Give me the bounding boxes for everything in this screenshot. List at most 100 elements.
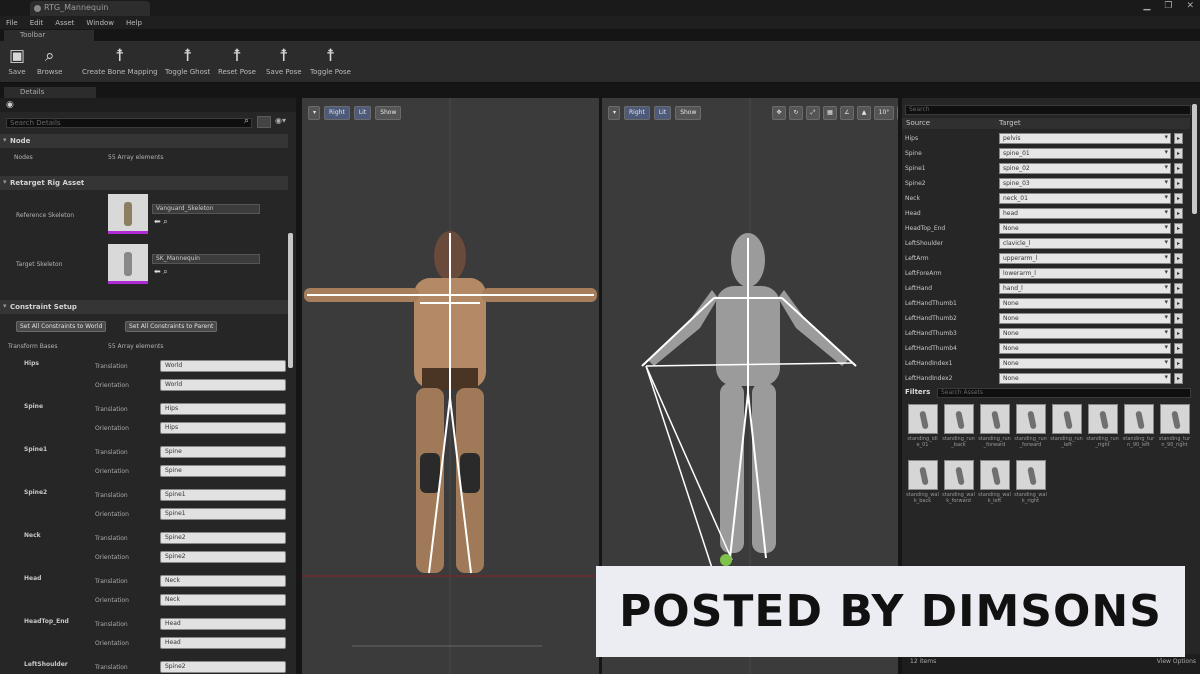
- target-bone-dropdown[interactable]: None: [999, 328, 1171, 339]
- translation-field[interactable]: Spine1: [160, 489, 286, 501]
- animation-asset[interactable]: standing_walk_right: [1014, 460, 1047, 504]
- view-options-button[interactable]: View Options: [1157, 658, 1196, 665]
- translation-field[interactable]: Spine2: [160, 661, 286, 673]
- details-scrollbar[interactable]: [288, 233, 293, 368]
- reset-arrow-icon[interactable]: ▸: [1174, 298, 1183, 309]
- lock-icon[interactable]: ◉: [6, 100, 14, 110]
- menu-edit[interactable]: Edit: [30, 19, 44, 27]
- target-bone-dropdown[interactable]: lowerarm_l: [999, 268, 1171, 279]
- animation-asset[interactable]: standing_turn_90_left: [1122, 404, 1155, 448]
- target-bone-dropdown[interactable]: None: [999, 358, 1171, 369]
- target-skeleton-thumbnail[interactable]: [108, 244, 148, 284]
- translation-field[interactable]: Neck: [160, 575, 286, 587]
- reset-arrow-icon[interactable]: ▸: [1174, 313, 1183, 324]
- target-bone-dropdown[interactable]: head: [999, 208, 1171, 219]
- animation-asset[interactable]: standing_run_forward: [1014, 404, 1047, 448]
- reset-arrow-icon[interactable]: ▸: [1174, 148, 1183, 159]
- animation-asset[interactable]: standing_walk_forward: [942, 460, 975, 504]
- orientation-field[interactable]: Spine1: [160, 508, 286, 520]
- filters-button[interactable]: Filters: [905, 388, 930, 396]
- set-constraints-parent-button[interactable]: Set All Constraints to Parent: [125, 321, 218, 332]
- translation-field[interactable]: Spine2: [160, 532, 286, 544]
- animation-asset[interactable]: standing_walk_left: [978, 460, 1011, 504]
- reset-arrow-icon[interactable]: ▸: [1174, 343, 1183, 354]
- eye-icon[interactable]: ◉▾: [275, 116, 286, 128]
- reset-arrow-icon[interactable]: ▸: [1174, 133, 1183, 144]
- reset-arrow-icon[interactable]: ▸: [1174, 208, 1183, 219]
- toggle-pose-button[interactable]: ☨ Toggle Pose: [310, 44, 351, 76]
- section-retarget-rig[interactable]: Retarget Rig Asset: [0, 176, 288, 190]
- translation-field[interactable]: Head: [160, 618, 286, 630]
- menu-window[interactable]: Window: [86, 19, 114, 27]
- create-bone-mapping-button[interactable]: ☨ Create Bone Mapping: [82, 44, 158, 76]
- target-bone-dropdown[interactable]: pelvis: [999, 133, 1171, 144]
- animation-asset[interactable]: standing_run_back: [942, 404, 975, 448]
- details-tab[interactable]: Details: [4, 87, 96, 98]
- reset-arrow-icon[interactable]: ▸: [1174, 163, 1183, 174]
- arrow-icon[interactable]: ⬅ ⌕: [154, 267, 168, 277]
- menu-asset[interactable]: Asset: [55, 19, 74, 27]
- animation-asset[interactable]: standing_turn_90_right: [1158, 404, 1191, 448]
- orientation-field[interactable]: World: [160, 379, 286, 391]
- orientation-field[interactable]: Hips: [160, 422, 286, 434]
- source-viewport[interactable]: ▾ Right Lit Show: [302, 98, 599, 674]
- animation-asset[interactable]: standing_walk_back: [906, 460, 939, 504]
- reset-arrow-icon[interactable]: ▸: [1174, 178, 1183, 189]
- target-bone-dropdown[interactable]: hand_l: [999, 283, 1171, 294]
- target-bone-dropdown[interactable]: None: [999, 373, 1171, 384]
- translation-field[interactable]: World: [160, 360, 286, 372]
- section-constraint-setup[interactable]: Constraint Setup: [0, 300, 288, 314]
- maximize-icon[interactable]: ❐: [1164, 1, 1172, 11]
- target-bone-dropdown[interactable]: neck_01: [999, 193, 1171, 204]
- target-bone-dropdown[interactable]: None: [999, 313, 1171, 324]
- reference-skeleton-dropdown[interactable]: Vanguard_Skeleton: [152, 204, 260, 214]
- menu-file[interactable]: File: [6, 19, 18, 27]
- reset-arrow-icon[interactable]: ▸: [1174, 223, 1183, 234]
- target-bone-dropdown[interactable]: None: [999, 343, 1171, 354]
- details-search-input[interactable]: Search Details ⌕: [6, 117, 252, 128]
- reset-arrow-icon[interactable]: ▸: [1174, 373, 1183, 384]
- reference-skeleton-thumbnail[interactable]: [108, 194, 148, 234]
- set-constraints-world-button[interactable]: Set All Constraints to World: [16, 321, 107, 332]
- target-bone-dropdown[interactable]: spine_02: [999, 163, 1171, 174]
- browse-button[interactable]: ⌕ Browse: [37, 44, 63, 76]
- toggle-ghost-button[interactable]: ☨ Toggle Ghost: [165, 44, 210, 76]
- save-button[interactable]: ▣ Save: [6, 44, 28, 76]
- target-bone-dropdown[interactable]: None: [999, 223, 1171, 234]
- animation-asset[interactable]: standing_idle_01: [906, 404, 939, 448]
- target-bone-dropdown[interactable]: upperarm_l: [999, 253, 1171, 264]
- section-node[interactable]: Node: [0, 134, 288, 148]
- translation-field[interactable]: Hips: [160, 403, 286, 415]
- minimize-icon[interactable]: ▁: [1143, 1, 1150, 11]
- mapping-search-input[interactable]: Search: [905, 105, 1191, 115]
- target-skeleton-dropdown[interactable]: SK_Mannequin: [152, 254, 260, 264]
- target-bone-dropdown[interactable]: spine_03: [999, 178, 1171, 189]
- close-icon[interactable]: ✕: [1186, 1, 1194, 11]
- mapping-scrollbar[interactable]: [1192, 104, 1197, 214]
- reset-arrow-icon[interactable]: ▸: [1174, 358, 1183, 369]
- translation-field[interactable]: Spine: [160, 446, 286, 458]
- animation-asset[interactable]: standing_run_right: [1086, 404, 1119, 448]
- document-tab[interactable]: RTG_Mannequin: [30, 1, 150, 16]
- animation-asset[interactable]: standing_run_forward: [978, 404, 1011, 448]
- reset-arrow-icon[interactable]: ▸: [1174, 268, 1183, 279]
- save-pose-button[interactable]: ☨ Save Pose: [266, 44, 302, 76]
- orientation-field[interactable]: Head: [160, 637, 286, 649]
- toolbar-tab[interactable]: Toolbar: [4, 30, 94, 41]
- orientation-field[interactable]: Spine: [160, 465, 286, 477]
- target-bone-dropdown[interactable]: clavicle_l: [999, 238, 1171, 249]
- ik-target-marker[interactable]: [720, 554, 732, 566]
- reset-arrow-icon[interactable]: ▸: [1174, 253, 1183, 264]
- arrow-icon[interactable]: ⬅ ⌕: [154, 217, 168, 227]
- animation-asset[interactable]: standing_run_left: [1050, 404, 1083, 448]
- orientation-field[interactable]: Spine2: [160, 551, 286, 563]
- reset-arrow-icon[interactable]: ▸: [1174, 328, 1183, 339]
- asset-search-input[interactable]: Search Assets: [937, 388, 1191, 398]
- reset-arrow-icon[interactable]: ▸: [1174, 193, 1183, 204]
- reset-arrow-icon[interactable]: ▸: [1174, 238, 1183, 249]
- menu-help[interactable]: Help: [126, 19, 142, 27]
- grid-view-icon[interactable]: [257, 116, 271, 128]
- orientation-field[interactable]: Neck: [160, 594, 286, 606]
- target-bone-dropdown[interactable]: None: [999, 298, 1171, 309]
- reset-arrow-icon[interactable]: ▸: [1174, 283, 1183, 294]
